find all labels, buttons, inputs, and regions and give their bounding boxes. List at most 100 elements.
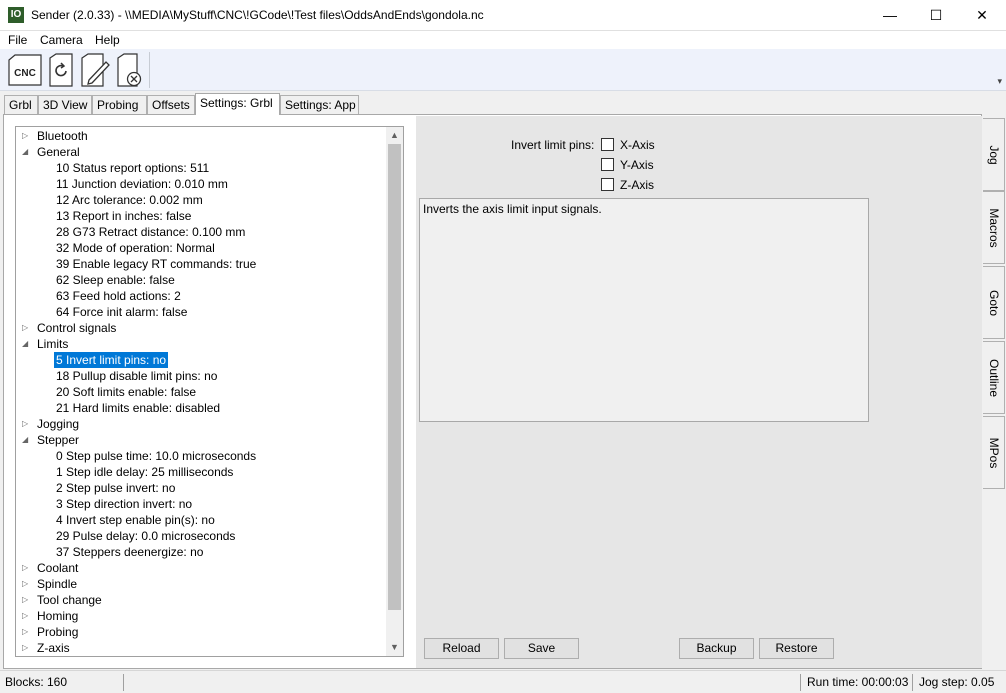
collapsed-arrow-icon[interactable]: ▷ xyxy=(22,416,32,432)
tree-item-label: Probing xyxy=(37,625,79,639)
tree-group-item[interactable]: ▷ Spindle xyxy=(16,576,387,592)
tree-group-item[interactable]: ▷ Control signals xyxy=(16,320,387,336)
tab-settings-grbl[interactable]: Settings: Grbl xyxy=(195,93,280,115)
tree-setting-item[interactable]: 1 Step idle delay: 25 milliseconds xyxy=(16,464,387,480)
tree-group-item[interactable]: ▷ Z-axis xyxy=(16,640,387,656)
tab-grbl[interactable]: Grbl xyxy=(4,95,38,114)
x-axis-checkbox[interactable] xyxy=(601,138,614,151)
tree-setting-item[interactable]: 28 G73 Retract distance: 0.100 mm xyxy=(16,224,387,240)
tree-setting-item[interactable]: 21 Hard limits enable: disabled xyxy=(16,400,387,416)
edit-icon xyxy=(81,53,110,87)
tree-item-label: 4 Invert step enable pin(s): no xyxy=(56,513,215,527)
side-tab-jog[interactable]: Jog xyxy=(983,118,1005,191)
tree-item-label: Tool change xyxy=(37,593,102,607)
z-axis-checkbox[interactable] xyxy=(601,178,614,191)
tree-setting-item[interactable]: 2 Step pulse invert: no xyxy=(16,480,387,496)
tree-setting-item[interactable]: 0 Step pulse time: 10.0 microseconds xyxy=(16,448,387,464)
tree-item-label: 21 Hard limits enable: disabled xyxy=(56,401,221,415)
tree-item-label: Z-axis xyxy=(37,641,70,655)
expanded-arrow-icon[interactable]: ◢ xyxy=(22,144,32,160)
tree-group-item[interactable]: ▷ Probing xyxy=(16,624,387,640)
tree-item-label: 63 Feed hold actions: 2 xyxy=(56,289,181,303)
tab-offsets[interactable]: Offsets xyxy=(147,95,195,114)
tree-setting-item[interactable]: 62 Sleep enable: false xyxy=(16,272,387,288)
scroll-down-icon[interactable]: ▼ xyxy=(386,639,403,656)
setting-detail: Invert limit pins: X-Axis Y-Axis Z-Axis … xyxy=(416,116,982,668)
side-tab-mpos-label: MPos xyxy=(986,437,1001,468)
tree-setting-item[interactable]: 37 Steppers deenergize: no xyxy=(16,544,387,560)
collapsed-arrow-icon[interactable]: ▷ xyxy=(22,608,32,624)
collapsed-arrow-icon[interactable]: ▷ xyxy=(22,640,32,656)
collapsed-arrow-icon[interactable]: ▷ xyxy=(22,320,32,336)
toolbar-overflow-icon[interactable]: ▾ xyxy=(997,76,1002,87)
tree-setting-item[interactable]: 3 Step direction invert: no xyxy=(16,496,387,512)
tab-probing[interactable]: Probing xyxy=(92,95,147,114)
tree-setting-item[interactable]: 11 Junction deviation: 0.010 mm xyxy=(16,176,387,192)
status-separator xyxy=(912,674,913,691)
tree-group-item[interactable]: ▷ Tool change xyxy=(16,592,387,608)
tree-setting-item[interactable]: 10 Status report options: 511 xyxy=(16,160,387,176)
expanded-arrow-icon[interactable]: ◢ xyxy=(22,336,32,352)
side-tab-goto-label: Goto xyxy=(986,289,1001,316)
scroll-thumb[interactable] xyxy=(388,144,401,610)
tree-setting-item[interactable]: 13 Report in inches: false xyxy=(16,208,387,224)
tree-setting-item[interactable]: 64 Force init alarm: false xyxy=(16,304,387,320)
tree-setting-item[interactable]: 39 Enable legacy RT commands: true xyxy=(16,256,387,272)
tree-list: ▷ Bluetooth ◢ General 10 Status report optio… xyxy=(16,128,387,656)
tree-setting-item[interactable]: 20 Soft limits enable: false xyxy=(16,384,387,400)
collapsed-arrow-icon[interactable]: ▷ xyxy=(22,592,32,608)
tree-group-item[interactable]: ▷ Homing xyxy=(16,608,387,624)
tree-item-label: 2 Step pulse invert: no xyxy=(56,481,176,495)
maximize-button[interactable]: ☐ xyxy=(913,0,959,31)
tree-setting-item[interactable]: 32 Mode of operation: Normal xyxy=(16,240,387,256)
tree-item-label: Bluetooth xyxy=(37,129,88,143)
side-tab-outline[interactable]: Outline xyxy=(983,341,1005,414)
save-button[interactable]: Save xyxy=(504,638,579,659)
tree-setting-item[interactable]: 18 Pullup disable limit pins: no xyxy=(16,368,387,384)
tree-group-item[interactable]: ▷ Jogging xyxy=(16,416,387,432)
close-file-button[interactable] xyxy=(115,52,145,88)
menu-file[interactable]: File xyxy=(8,33,27,47)
menu-camera[interactable]: Camera xyxy=(40,33,83,47)
tree-setting-item[interactable]: 4 Invert step enable pin(s): no xyxy=(16,512,387,528)
tab-settings-app[interactable]: Settings: App xyxy=(280,95,359,114)
tab-3d-view[interactable]: 3D View xyxy=(38,95,92,114)
tree-item-label: 18 Pullup disable limit pins: no xyxy=(56,369,218,383)
tree-group-item[interactable]: ▷ Coolant xyxy=(16,560,387,576)
menu-help[interactable]: Help xyxy=(95,33,120,47)
blocks-count: Blocks: 160 xyxy=(5,675,68,689)
y-axis-checkbox[interactable] xyxy=(601,158,614,171)
reload-icon xyxy=(49,53,73,87)
collapsed-arrow-icon[interactable]: ▷ xyxy=(22,576,32,592)
tree-scrollbar[interactable]: ▲ ▼ xyxy=(386,127,403,656)
tree-group-item[interactable]: ▷ Bluetooth xyxy=(16,128,387,144)
status-bar: Blocks: 160 Run time: 00:00:03 Jog step:… xyxy=(0,670,1006,693)
tree-group-item[interactable]: ◢ Stepper xyxy=(16,432,387,448)
app-icon: IO xyxy=(8,7,24,23)
tree-setting-item[interactable]: 5 Invert limit pins: no xyxy=(16,352,387,368)
restore-button[interactable]: Restore xyxy=(759,638,834,659)
side-tab-macros[interactable]: Macros xyxy=(983,191,1005,264)
collapsed-arrow-icon[interactable]: ▷ xyxy=(22,624,32,640)
tree-item-label: 5 Invert limit pins: no xyxy=(54,352,169,368)
tree-setting-item[interactable]: 12 Arc tolerance: 0.002 mm xyxy=(16,192,387,208)
tree-item-label: Homing xyxy=(37,609,79,623)
tree-group-item[interactable]: ◢ Limits xyxy=(16,336,387,352)
reload-button[interactable] xyxy=(47,52,75,88)
close-window-button[interactable]: ✕ xyxy=(959,0,1005,31)
description-box: Inverts the axis limit input signals. xyxy=(419,198,869,422)
tree-group-item[interactable]: ◢ General xyxy=(16,144,387,160)
scroll-up-icon[interactable]: ▲ xyxy=(386,127,403,144)
collapsed-arrow-icon[interactable]: ▷ xyxy=(22,560,32,576)
side-tab-goto[interactable]: Goto xyxy=(983,266,1005,339)
reload-settings-button[interactable]: Reload xyxy=(424,638,499,659)
backup-button[interactable]: Backup xyxy=(679,638,754,659)
minimize-button[interactable]: — xyxy=(867,0,913,31)
edit-button[interactable] xyxy=(79,52,111,88)
cnc-button[interactable]: CNC xyxy=(7,52,44,88)
collapsed-arrow-icon[interactable]: ▷ xyxy=(22,128,32,144)
tree-setting-item[interactable]: 63 Feed hold actions: 2 xyxy=(16,288,387,304)
side-tab-mpos[interactable]: MPos xyxy=(983,416,1005,489)
tree-setting-item[interactable]: 29 Pulse delay: 0.0 microseconds xyxy=(16,528,387,544)
expanded-arrow-icon[interactable]: ◢ xyxy=(22,432,32,448)
